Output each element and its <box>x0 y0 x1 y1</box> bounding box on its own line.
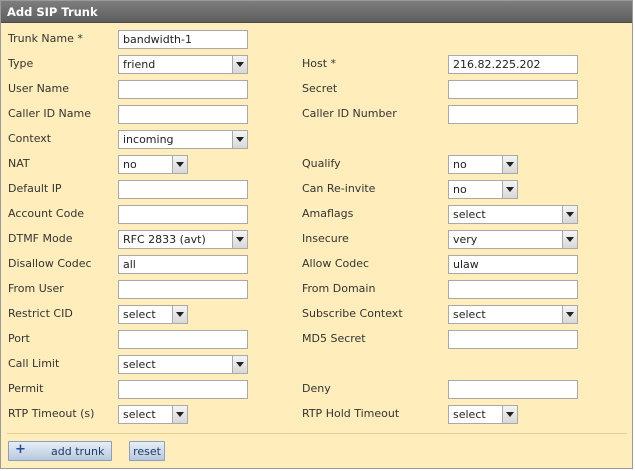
user-name-input[interactable] <box>118 80 248 99</box>
caller-id-name-label: Caller ID Name <box>8 107 91 120</box>
subscribe-context-label: Subscribe Context <box>302 307 403 320</box>
from-domain-input[interactable] <box>448 280 578 299</box>
default-ip-input[interactable] <box>118 180 248 199</box>
restrict-cid-select[interactable]: select <box>118 305 188 324</box>
permit-label: Permit <box>8 382 44 395</box>
dropdown-arrow-icon[interactable] <box>172 406 187 423</box>
rtp-timeout-s-value: select <box>123 408 156 421</box>
dropdown-arrow-icon[interactable] <box>172 306 187 323</box>
insecure-label: Insecure <box>302 232 349 245</box>
trunk-name-value: bandwidth-1 <box>123 33 192 46</box>
restrict-cid-label: Restrict CID <box>8 307 73 320</box>
nat-select[interactable]: no <box>118 155 188 174</box>
type-value: friend <box>123 58 156 71</box>
md5-secret-label: MD5 Secret <box>302 332 366 345</box>
amaflags-value: select <box>453 208 486 221</box>
dropdown-arrow-icon[interactable] <box>502 406 517 423</box>
add-sip-trunk-panel: Add SIP Trunk Trunk Name * bandwidth-1 Typ… <box>0 0 633 469</box>
panel-titlebar: Add SIP Trunk <box>1 1 632 23</box>
restrict-cid-value: select <box>123 308 156 321</box>
can-re-invite-value: no <box>453 183 467 196</box>
insecure-select[interactable]: very <box>448 230 578 249</box>
port-input[interactable] <box>118 330 248 349</box>
account-code-input[interactable] <box>118 205 248 224</box>
context-value: incoming <box>123 133 174 146</box>
deny-input[interactable] <box>448 380 578 399</box>
rtp-hold-timeout-select[interactable]: select <box>448 405 518 424</box>
subscribe-context-value: select <box>453 308 486 321</box>
add-trunk-label: add trunk <box>51 445 105 458</box>
allow-codec-label: Allow Codec <box>302 257 370 270</box>
nat-label: NAT <box>8 157 30 170</box>
context-select[interactable]: incoming <box>118 130 248 149</box>
secret-label: Secret <box>302 82 338 95</box>
type-select[interactable]: friend <box>118 55 248 74</box>
disallow-codec-label: Disallow Codec <box>8 257 92 270</box>
call-limit-value: select <box>123 358 156 371</box>
dropdown-arrow-icon[interactable] <box>502 156 517 173</box>
add-trunk-button[interactable]: + add trunk <box>8 441 112 461</box>
type-label: Type <box>8 57 34 70</box>
md5-secret-input[interactable] <box>448 330 578 349</box>
dropdown-arrow-icon[interactable] <box>562 231 577 248</box>
rtp-timeout-s-select[interactable]: select <box>118 405 188 424</box>
port-label: Port <box>8 332 30 345</box>
caller-id-name-input[interactable] <box>118 105 248 124</box>
caller-id-number-input[interactable] <box>448 105 578 124</box>
rtp-timeout-s-label: RTP Timeout (s) <box>8 407 95 420</box>
allow-codec-input[interactable]: ulaw <box>448 255 578 274</box>
plus-icon: + <box>15 442 26 457</box>
dropdown-arrow-icon[interactable] <box>562 206 577 223</box>
button-divider <box>7 433 627 434</box>
permit-input[interactable] <box>118 380 248 399</box>
dropdown-arrow-icon[interactable] <box>232 131 247 148</box>
qualify-label: Qualify <box>302 157 341 170</box>
host-label: Host * <box>302 57 337 70</box>
dtmf-mode-value: RFC 2833 (avt) <box>123 233 206 246</box>
context-label: Context <box>8 132 52 145</box>
trunk-name-input[interactable]: bandwidth-1 <box>118 30 248 49</box>
call-limit-label: Call Limit <box>8 357 60 370</box>
default-ip-label: Default IP <box>8 182 62 195</box>
rtp-hold-timeout-value: select <box>453 408 486 421</box>
dropdown-arrow-icon[interactable] <box>502 181 517 198</box>
disallow-codec-input[interactable]: all <box>118 255 248 274</box>
qualify-select[interactable]: no <box>448 155 518 174</box>
account-code-label: Account Code <box>8 207 85 220</box>
panel-title: Add SIP Trunk <box>7 5 98 19</box>
can-re-invite-select[interactable]: no <box>448 180 518 199</box>
secret-input[interactable] <box>448 80 578 99</box>
can-re-invite-label: Can Re-invite <box>302 182 376 195</box>
reset-button[interactable]: reset <box>129 441 165 461</box>
insecure-value: very <box>453 233 478 246</box>
dropdown-arrow-icon[interactable] <box>562 306 577 323</box>
disallow-codec-value: all <box>123 258 136 271</box>
user-name-label: User Name <box>8 82 70 95</box>
reset-label: reset <box>133 445 161 458</box>
caller-id-number-label: Caller ID Number <box>302 107 397 120</box>
dropdown-arrow-icon[interactable] <box>232 56 247 73</box>
host-input[interactable]: 216.82.225.202 <box>448 55 578 74</box>
deny-label: Deny <box>302 382 331 395</box>
qualify-value: no <box>453 158 467 171</box>
amaflags-label: Amaflags <box>302 207 354 220</box>
amaflags-select[interactable]: select <box>448 205 578 224</box>
from-user-label: From User <box>8 282 64 295</box>
dropdown-arrow-icon[interactable] <box>232 356 247 373</box>
dropdown-arrow-icon[interactable] <box>232 231 247 248</box>
dropdown-arrow-icon[interactable] <box>172 156 187 173</box>
host-value: 216.82.225.202 <box>453 58 541 71</box>
call-limit-select[interactable]: select <box>118 355 248 374</box>
dtmf-mode-label: DTMF Mode <box>8 232 73 245</box>
dtmf-mode-select[interactable]: RFC 2833 (avt) <box>118 230 248 249</box>
rtp-hold-timeout-label: RTP Hold Timeout <box>302 407 400 420</box>
from-user-input[interactable] <box>118 280 248 299</box>
from-domain-label: From Domain <box>302 282 376 295</box>
allow-codec-value: ulaw <box>453 258 479 271</box>
nat-value: no <box>123 158 137 171</box>
trunk-name-label: Trunk Name * <box>8 32 83 45</box>
subscribe-context-select[interactable]: select <box>448 305 578 324</box>
